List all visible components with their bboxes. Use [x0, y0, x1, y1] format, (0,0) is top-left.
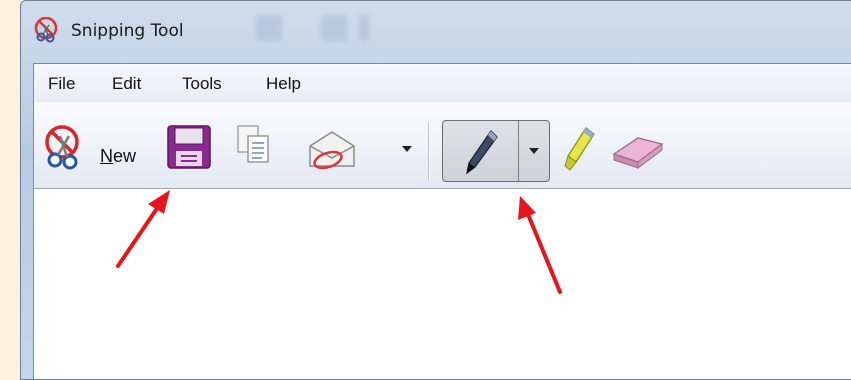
- highlighter-button[interactable]: [562, 124, 598, 174]
- menu-edit[interactable]: Edit: [112, 74, 141, 94]
- toolbar: New: [34, 102, 851, 189]
- menu-file[interactable]: File: [48, 74, 75, 94]
- pen-tool-button[interactable]: [442, 120, 550, 182]
- snipping-tool-window: Snipping Tool File Edit Tools Help New: [20, 0, 851, 380]
- eraser-button[interactable]: [608, 130, 668, 170]
- chevron-down-icon: [402, 146, 412, 152]
- background-window-icon: [359, 15, 369, 41]
- new-button-label: New: [100, 146, 137, 166]
- toolbar-separator: [428, 122, 429, 180]
- client-area: File Edit Tools Help New: [33, 63, 851, 379]
- new-snip-button[interactable]: New: [38, 116, 150, 172]
- save-button[interactable]: [166, 124, 212, 170]
- background-window-icon: [321, 15, 347, 41]
- title-bar[interactable]: Snipping Tool: [21, 1, 851, 61]
- scissors-icon: [34, 17, 58, 43]
- send-snip-button[interactable]: [304, 126, 364, 172]
- menu-tools[interactable]: Tools: [182, 74, 222, 94]
- background-window-icon: [256, 15, 282, 41]
- window-title: Snipping Tool: [71, 21, 184, 41]
- send-dropdown-button[interactable]: [400, 142, 414, 156]
- copy-button[interactable]: [234, 122, 274, 168]
- snip-canvas[interactable]: [34, 189, 851, 379]
- menu-bar: File Edit Tools Help: [34, 64, 851, 103]
- pen-dropdown-button[interactable]: [519, 121, 549, 181]
- scissors-icon: [45, 125, 79, 170]
- pen-icon: [466, 129, 498, 175]
- chevron-down-icon: [529, 148, 539, 154]
- menu-help[interactable]: Help: [266, 74, 301, 94]
